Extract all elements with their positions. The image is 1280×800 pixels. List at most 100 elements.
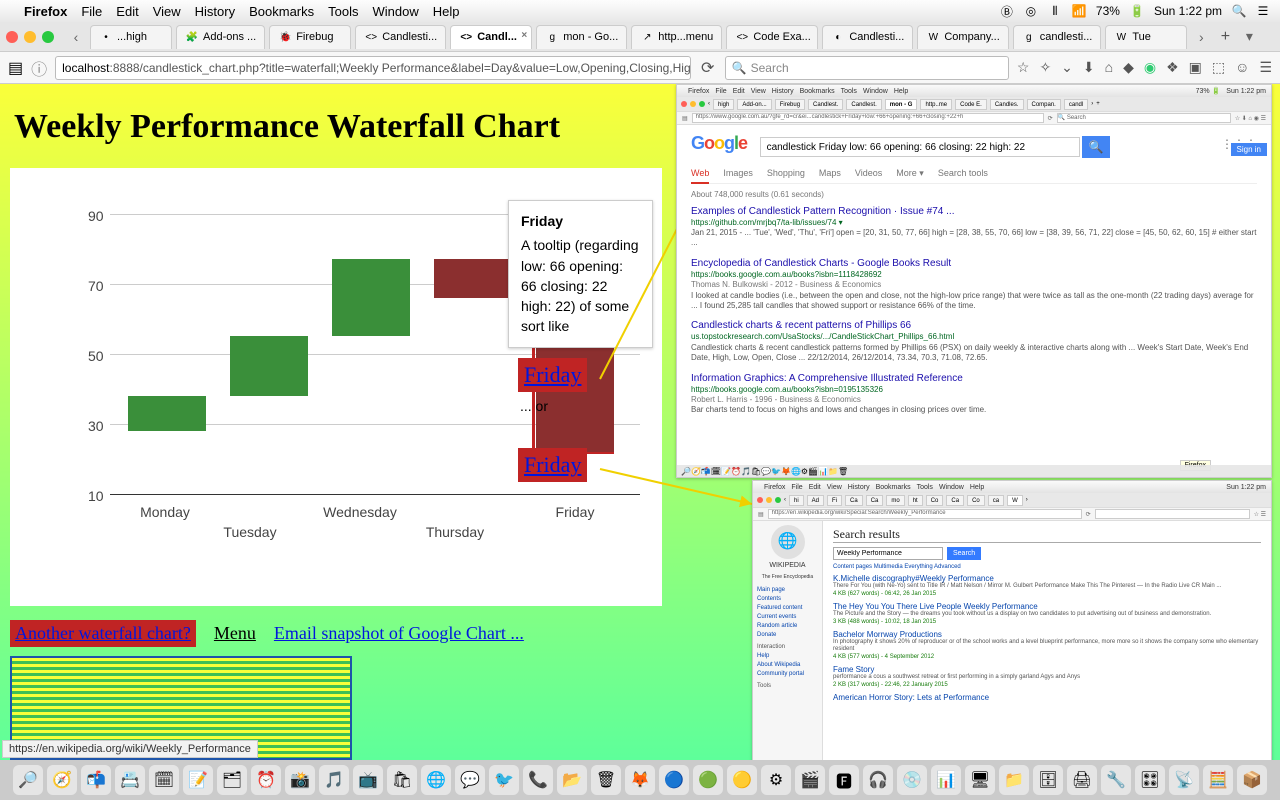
bookmark-this-icon[interactable]: ✧ [1039,59,1051,76]
sidebar-toggle-icon[interactable]: ▤ [8,58,23,78]
notification-center-icon[interactable]: ☰ [1256,4,1270,18]
menu-bookmarks[interactable]: Bookmarks [249,4,314,19]
menu-file[interactable]: File [81,4,102,19]
hamburger-menu-icon[interactable]: ☰ [1259,59,1272,76]
menuextra-icon[interactable]: Ⓑ [1000,4,1014,18]
google-tab[interactable]: Shopping [767,168,805,179]
wiki-search-button[interactable]: Search [947,547,981,560]
dock-app-icon[interactable]: 🟡 [727,765,757,795]
browser-tab-active[interactable]: <>Candl...× [450,25,532,49]
dock-app-icon[interactable]: 🗄 [1033,765,1063,795]
spotlight-icon[interactable]: 🔍 [1232,4,1246,18]
google-sign-in-button[interactable]: Sign in [1231,143,1267,156]
dock-app-icon[interactable]: 🅵 [829,765,859,795]
google-tab[interactable]: More ▾ [896,168,924,179]
dock-app-icon[interactable]: 🗂 [217,765,247,795]
new-tab-button[interactable]: + [1215,28,1235,46]
wiki-search-input[interactable] [833,547,943,560]
dock-app-icon[interactable]: 🐦 [489,765,519,795]
app-name[interactable]: Firefox [24,4,67,19]
extension-icon[interactable]: ▣ [1189,59,1202,76]
browser-tab[interactable]: ◐Candlesti... [822,25,913,49]
dock-app-icon[interactable]: 📇 [115,765,145,795]
dock-app-icon[interactable]: 🎵 [319,765,349,795]
chart-bar-thursday[interactable] [434,259,512,298]
dock-app-icon[interactable]: 📸 [285,765,315,795]
dock-app-icon[interactable]: 🖨 [1067,765,1097,795]
download-icon[interactable]: ⬇ [1083,59,1095,76]
chart-bar-wednesday[interactable] [332,259,410,336]
identity-icon[interactable]: ⓘ [31,56,47,80]
google-result[interactable]: Candlestick charts & recent patterns of … [691,319,1257,363]
google-search-input[interactable]: candlestick Friday low: 66 opening: 66 c… [760,137,1080,157]
dock-app-icon[interactable]: 🔧 [1101,765,1131,795]
dock-app-icon[interactable]: 🧮 [1203,765,1233,795]
wiki-result[interactable]: American Horror Story: Lets at Performan… [833,693,1261,702]
dock-app-icon[interactable]: 📁 [999,765,1029,795]
close-window-button[interactable] [6,31,18,43]
google-tab[interactable]: Videos [855,168,882,179]
browser-tab[interactable]: <>Candlesti... [355,25,446,49]
wikipedia-logo-icon[interactable]: 🌐 [771,525,805,559]
menu-tools[interactable]: Tools [328,4,358,19]
dock-app-icon[interactable]: 🟢 [693,765,723,795]
dock-app-icon[interactable]: 🔵 [659,765,689,795]
browser-tab[interactable]: ↗http...menu [631,25,722,49]
browser-tab[interactable]: gcandlesti... [1013,25,1102,49]
reload-button[interactable]: ⟳ [699,58,717,78]
google-result[interactable]: Information Graphics: A Comprehensive Il… [691,372,1257,416]
menu-history[interactable]: History [195,4,235,19]
browser-tab[interactable]: 🐞Firebug [269,25,351,49]
home-icon[interactable]: ⌂ [1105,59,1113,76]
dock-app-icon[interactable]: ⏰ [251,765,281,795]
wiki-result[interactable]: Fame Story performance a cous a southwes… [833,665,1261,688]
extension-icon[interactable]: ❖ [1166,59,1179,76]
email-snapshot-link[interactable]: Email snapshot of Google Chart ... [274,623,524,644]
wiki-nav-item[interactable]: Featured content [757,604,818,613]
dock-app-icon[interactable]: 🎛 [1135,765,1165,795]
clock[interactable]: Sun 1:22 pm [1154,4,1222,18]
tab-scroll-right[interactable]: › [1191,29,1211,45]
dock-app-icon[interactable]: 💬 [455,765,485,795]
dock-app-icon[interactable]: 🦊 [625,765,655,795]
extension-icon[interactable]: ◉ [1144,59,1156,76]
wiki-nav-item[interactable]: Random article [757,622,818,631]
menuextra-icon[interactable]: ◎ [1024,4,1038,18]
dock-app-icon[interactable]: 🌐 [421,765,451,795]
minimize-window-button[interactable] [24,31,36,43]
dock-app-icon[interactable]: 🧭 [47,765,77,795]
google-search-button[interactable]: 🔍 [1082,136,1110,158]
dock-app-icon[interactable]: 🗓 [149,765,179,795]
account-icon[interactable]: ☺ [1235,59,1249,76]
zoom-window-button[interactable] [42,31,54,43]
search-bar[interactable]: 🔍 Search [725,56,1009,80]
menu-window[interactable]: Window [373,4,419,19]
dock-app-icon[interactable]: 🗑 [591,765,621,795]
another-waterfall-link[interactable]: Another waterfall chart? [10,620,196,647]
wiki-nav-item[interactable]: Community portal [757,670,818,679]
dock-app-icon[interactable]: 🖥 [965,765,995,795]
dock-app-icon[interactable]: 🎬 [795,765,825,795]
menu-help[interactable]: Help [433,4,460,19]
google-result[interactable]: Examples of Candlestick Pattern Recognit… [691,205,1257,249]
dock-app-icon[interactable]: 📞 [523,765,553,795]
wiki-nav-item[interactable]: Donate [757,631,818,640]
google-tab-web[interactable]: Web [691,168,709,184]
browser-tab[interactable]: gmon - Go... [536,25,627,49]
menuextra-icon[interactable]: ⦀ [1048,4,1062,18]
dock-app-icon[interactable]: 📝 [183,765,213,795]
wiki-nav-item[interactable]: Help [757,652,818,661]
dock-app-icon[interactable]: 📊 [931,765,961,795]
wiki-search-tabs[interactable]: Content pages Multimedia Everything Adva… [833,564,1261,570]
browser-tab[interactable]: •...high [90,25,172,49]
browser-tab[interactable]: <>Code Exa... [726,25,818,49]
dock-app-icon[interactable]: ⚙ [761,765,791,795]
friday-link-chip[interactable]: Friday [518,358,587,392]
extension-icon[interactable]: ⬚ [1212,59,1225,76]
dock-app-icon[interactable]: 📦 [1237,765,1267,795]
wiki-result[interactable]: The Hey You You There Live People Weekly… [833,602,1261,625]
tab-scroll-left[interactable]: ‹ [66,29,86,45]
dock-app-icon[interactable]: 📬 [81,765,111,795]
dock-app-icon[interactable]: 🛍 [387,765,417,795]
pocket-icon[interactable]: ⌄ [1061,59,1073,76]
